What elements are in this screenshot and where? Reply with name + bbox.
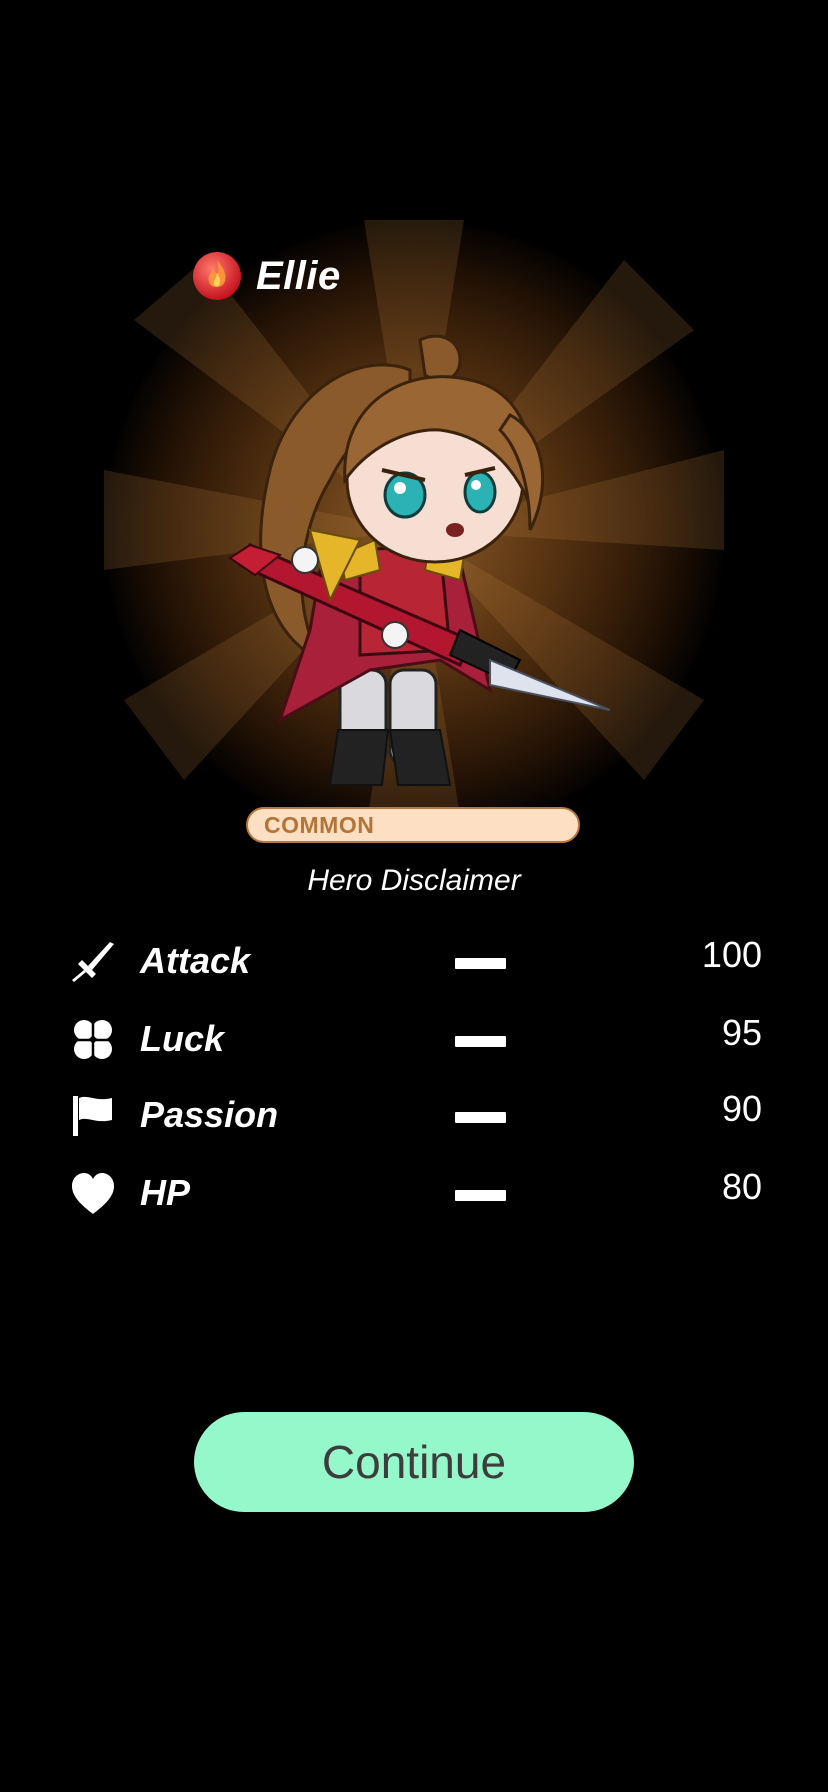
sword-icon xyxy=(72,942,114,982)
hero-disclaimer: Hero Disclaimer xyxy=(307,864,521,897)
stat-row-passion: Passion 90 xyxy=(70,1088,762,1144)
hero-name-row: Ellie xyxy=(192,250,341,302)
stat-value: 90 xyxy=(721,1088,762,1129)
stat-row-attack: Attack 100 xyxy=(70,934,762,990)
stat-label: HP xyxy=(140,1172,191,1213)
rarity-badge: COMMON xyxy=(246,807,580,843)
stat-label: Luck xyxy=(140,1018,225,1059)
flag-icon xyxy=(73,1096,112,1136)
stat-bar xyxy=(455,958,506,969)
hero-portrait xyxy=(228,334,611,786)
stat-label: Passion xyxy=(140,1094,279,1135)
fire-icon xyxy=(193,252,241,300)
hero-reveal-screen: Ellie COMMON Hero Disclaimer Attack 100 … xyxy=(0,0,828,1792)
heart-icon xyxy=(72,1173,114,1214)
stat-value: 95 xyxy=(721,1012,762,1053)
clover-icon xyxy=(74,1020,112,1059)
stat-row-luck: Luck 95 xyxy=(70,1012,762,1068)
stat-value: 80 xyxy=(721,1166,762,1207)
hero-name: Ellie xyxy=(256,253,341,298)
stat-label: Attack xyxy=(140,940,251,981)
stat-bar xyxy=(455,1190,506,1201)
stat-row-hp: HP 80 xyxy=(70,1166,762,1222)
stat-value: 100 xyxy=(701,934,762,975)
stat-bar xyxy=(455,1112,506,1123)
continue-button[interactable]: Continue xyxy=(194,1412,634,1512)
stat-bar xyxy=(455,1036,506,1047)
